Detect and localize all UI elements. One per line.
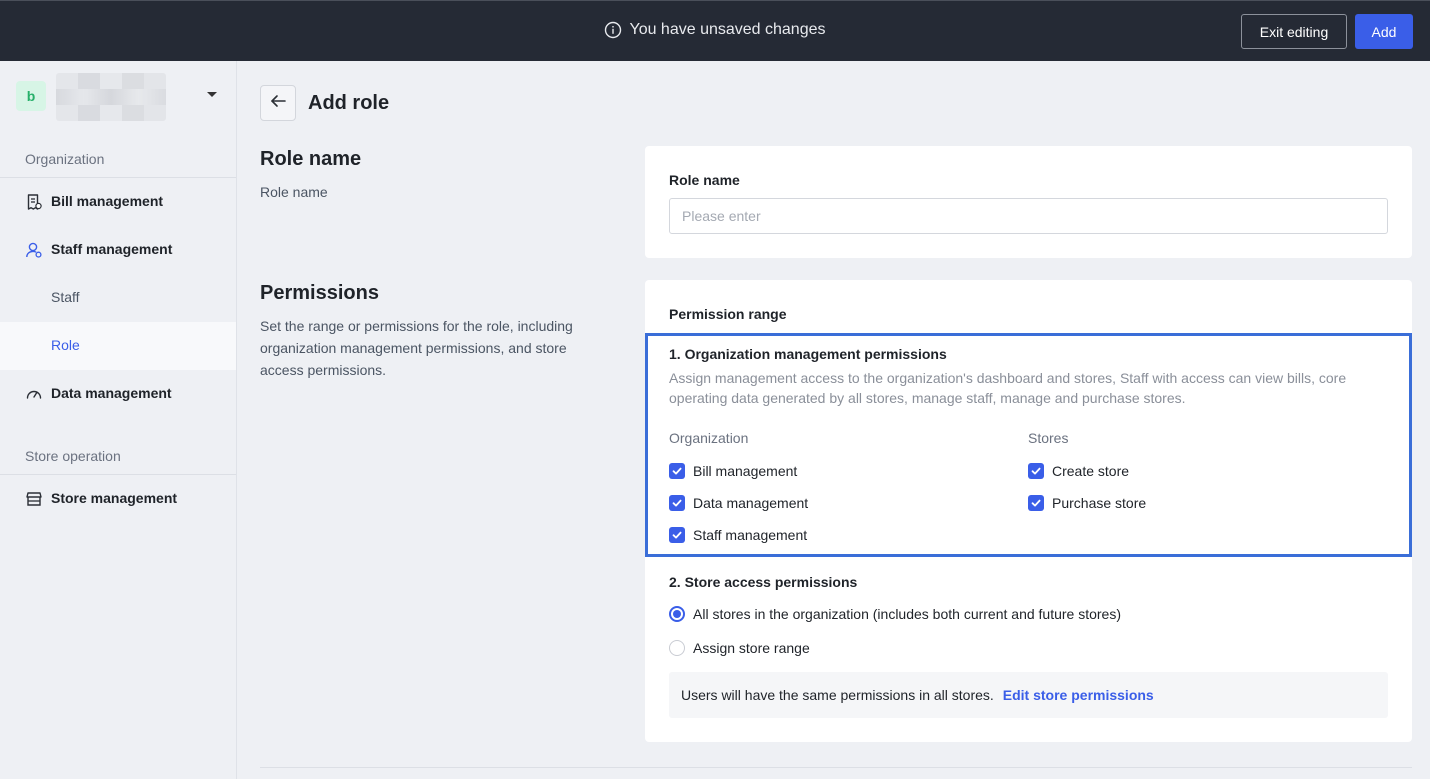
column-title-stores: Stores: [1028, 430, 1069, 446]
arrow-left-icon: [269, 92, 287, 115]
edit-store-permissions-link[interactable]: Edit store permissions: [1003, 687, 1154, 703]
add-button[interactable]: Add: [1355, 14, 1413, 49]
check-icon[interactable]: [669, 527, 685, 543]
sidebar-item-store-management[interactable]: Store management: [0, 475, 236, 523]
org-permissions-description: Assign management access to the organiza…: [669, 370, 1347, 406]
sidebar-item-bill-management[interactable]: Bill management: [0, 178, 236, 226]
sidebar-item-label: Staff management: [51, 241, 173, 257]
org-name-redacted: [56, 73, 166, 121]
column-title-organization: Organization: [669, 430, 749, 446]
page-title: Add role: [308, 92, 390, 114]
check-icon[interactable]: [1028, 463, 1044, 479]
checkbox-create-store[interactable]: Create store: [1028, 463, 1129, 479]
gauge-icon: [25, 385, 43, 403]
checkbox-bill-management[interactable]: Bill management: [669, 463, 797, 479]
radio-selected-icon[interactable]: [669, 606, 685, 622]
checkbox-label: Create store: [1052, 463, 1130, 479]
top-bar: You have unsaved changes Exit editing Ad…: [0, 0, 1430, 61]
exit-editing-button[interactable]: Exit editing: [1241, 14, 1347, 49]
permission-range-label: Permission range: [669, 306, 787, 322]
checkbox-label: Purchase store: [1052, 495, 1147, 511]
sidebar-item-data-management[interactable]: Data management: [0, 370, 236, 418]
caret-down-icon[interactable]: [207, 92, 217, 97]
bill-icon: [25, 193, 43, 211]
org-permissions-title: 1. Organization management permissions: [669, 346, 947, 362]
sidebar: b Organization Bill management Staff man…: [0, 61, 237, 779]
section-title-organization: Organization: [25, 151, 105, 167]
role-name-description: Role name: [260, 184, 328, 200]
radio-label: Assign store range: [693, 640, 810, 656]
role-name-input[interactable]: [669, 198, 1388, 234]
role-name-card: Role name: [645, 146, 1412, 258]
sidebar-item-label: Store management: [51, 490, 178, 506]
checkbox-label: Staff management: [693, 527, 808, 543]
role-name-label: Role name: [669, 172, 740, 188]
store-icon: [25, 490, 43, 508]
unsaved-notice: You have unsaved changes: [0, 21, 1430, 39]
org-avatar: b: [16, 81, 46, 111]
radio-label: All stores in the organization (includes…: [693, 606, 1122, 622]
store-permissions-title: 2. Store access permissions: [669, 574, 858, 590]
checkbox-label: Bill management: [693, 463, 798, 479]
org-switcher[interactable]: b: [16, 73, 226, 123]
store-permissions-info-text: Users will have the same permissions in …: [681, 687, 994, 703]
checkbox-data-management[interactable]: Data management: [669, 495, 808, 511]
radio-unselected-icon[interactable]: [669, 640, 685, 656]
check-icon[interactable]: [669, 463, 685, 479]
sidebar-item-label: Staff: [51, 289, 80, 305]
permissions-description: Set the range or permissions for the rol…: [260, 318, 573, 378]
sidebar-item-staff-management[interactable]: Staff management: [0, 226, 236, 274]
radio-all-stores[interactable]: All stores in the organization (includes…: [669, 606, 1121, 622]
sidebar-item-staff[interactable]: Staff: [0, 274, 236, 322]
check-icon[interactable]: [669, 495, 685, 511]
sidebar-item-label: Bill management: [51, 193, 164, 209]
checkbox-staff-management[interactable]: Staff management: [669, 527, 807, 543]
staff-icon: [25, 241, 43, 259]
sidebar-item-role[interactable]: Role: [0, 322, 236, 370]
unsaved-notice-text: You have unsaved changes: [629, 21, 826, 38]
section-title-store-operation: Store operation: [25, 448, 121, 464]
bottom-divider: [260, 767, 1412, 768]
info-icon: [604, 21, 622, 39]
check-icon[interactable]: [1028, 495, 1044, 511]
checkbox-purchase-store[interactable]: Purchase store: [1028, 495, 1146, 511]
radio-assign-store-range[interactable]: Assign store range: [669, 640, 810, 656]
permissions-card: Permission range 1. Organization managem…: [645, 280, 1412, 742]
back-button[interactable]: [260, 85, 296, 121]
role-name-heading: Role name: [260, 148, 362, 170]
checkbox-label: Data management: [693, 495, 809, 511]
sidebar-item-label: Data management: [51, 385, 172, 401]
sidebar-item-label: Role: [51, 337, 80, 353]
permissions-heading: Permissions: [260, 282, 379, 304]
store-permissions-info: Users will have the same permissions in …: [669, 672, 1388, 718]
